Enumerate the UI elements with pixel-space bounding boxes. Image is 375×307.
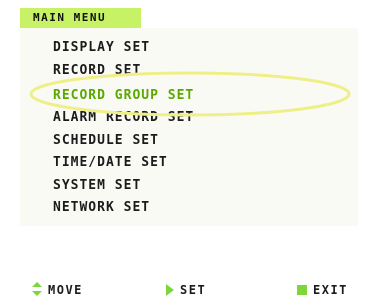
menu-item-network-set[interactable]: NETWORK SET xyxy=(53,198,150,218)
dvr-main-menu-screen: MAIN MENU DISPLAY SET RECORD SET RECORD … xyxy=(0,0,375,307)
footer-exit-label: EXIT xyxy=(313,283,348,297)
menu-item-system-set[interactable]: SYSTEM SET xyxy=(53,176,141,196)
menu-item-schedule-set[interactable]: SCHEDULE SET xyxy=(53,131,159,151)
menu-item-record-group-set[interactable]: RECORD GROUP SET xyxy=(53,86,194,106)
menu-item-alarm-record-set[interactable]: ALARM RECORD SET xyxy=(53,108,194,128)
footer-move-label: MOVE xyxy=(48,283,83,297)
menu-title: MAIN MENU xyxy=(33,11,107,24)
footer-move-hint: MOVE xyxy=(32,281,83,299)
menu-item-record-set[interactable]: RECORD SET xyxy=(53,61,141,81)
footer-set-hint: SET xyxy=(166,281,206,299)
up-down-arrows-icon xyxy=(32,281,42,300)
footer-exit-hint: EXIT xyxy=(297,281,348,299)
right-triangle-icon xyxy=(166,281,174,300)
menu-item-display-set[interactable]: DISPLAY SET xyxy=(53,38,150,58)
footer-set-label: SET xyxy=(180,283,207,297)
green-square-icon xyxy=(297,281,307,300)
menu-item-time-date-set[interactable]: TIME/DATE SET xyxy=(53,153,168,173)
